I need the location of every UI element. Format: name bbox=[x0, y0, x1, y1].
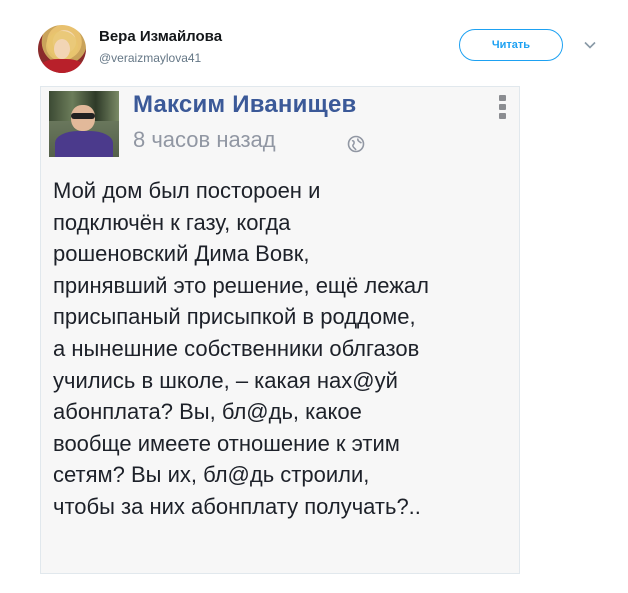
follow-button[interactable]: Читать bbox=[459, 29, 563, 61]
post-author-name: Максим Иванищев bbox=[133, 91, 357, 118]
post-text-line: принявший это решение, ещё лежал bbox=[53, 272, 429, 298]
author-name[interactable]: Вера Измайлова bbox=[99, 28, 222, 45]
post-text-line: а нынешние собственники облгазов bbox=[53, 335, 420, 361]
avatar-face bbox=[54, 39, 70, 59]
avatar-shirt bbox=[40, 59, 84, 73]
post-text-line: сетям? Вы их, бл@дь строили, bbox=[53, 462, 370, 488]
post-text-line: рошеновский Дима Вовк, bbox=[53, 241, 310, 267]
tweet-header: Вера Измайлова @veraizmaylova41 Читать bbox=[0, 0, 628, 80]
globe-icon bbox=[347, 135, 365, 153]
post-text-line: абонплата? Вы, бл@дь, какое bbox=[53, 399, 362, 425]
post-author-photo bbox=[49, 91, 119, 157]
more-vertical-icon bbox=[497, 95, 507, 121]
post-text-line: вообще имеете отношение к этим bbox=[53, 430, 400, 456]
post-text-line: чтобы за них абонплату получать?.. bbox=[53, 493, 421, 519]
post-text-line: присыпаный присыпкой в роддоме, bbox=[53, 304, 416, 330]
photo-sunglasses bbox=[71, 113, 95, 119]
author-handle[interactable]: @veraizmaylova41 bbox=[99, 51, 201, 65]
post-timestamp: 8 часов назад bbox=[133, 127, 276, 152]
post-text-line: Мой дом был постороен и bbox=[53, 178, 321, 203]
embedded-post-image[interactable]: Максим Иванищев 8 часов назад Мой дом бы… bbox=[40, 86, 520, 574]
post-text-line: подключён к газу, когда bbox=[53, 209, 291, 235]
post-text: Мой дом был постороен и подключён к газу… bbox=[53, 175, 513, 523]
avatar[interactable] bbox=[38, 25, 86, 73]
post-text-line: учились в школе, – какая нах@уй bbox=[53, 367, 398, 393]
chevron-down-icon[interactable] bbox=[583, 38, 597, 52]
photo-body bbox=[55, 131, 113, 157]
